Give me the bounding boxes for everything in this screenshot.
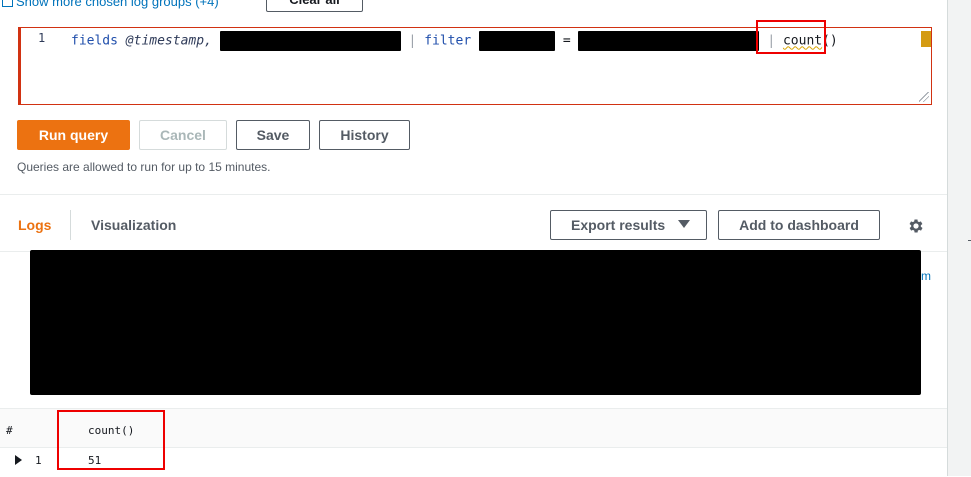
gear-icon[interactable] [907, 217, 925, 235]
tab-logs[interactable]: Logs [18, 217, 51, 233]
redacted-filter-field [479, 31, 555, 51]
cancel-button[interactable]: Cancel [139, 120, 227, 150]
pipe-operator: | [408, 33, 417, 49]
resize-handle-icon[interactable] [919, 92, 929, 102]
redacted-field [219, 31, 401, 51]
tab-visualization[interactable]: Visualization [91, 217, 176, 233]
caret-down-icon [678, 220, 690, 228]
query-time-note: Queries are allowed to run for up to 15 … [17, 160, 271, 174]
redacted-content [30, 250, 921, 395]
query-text[interactable]: fields @timestamp, | filter = | count() [71, 31, 838, 51]
line-number: 1 [38, 31, 46, 45]
row-index: 1 [35, 454, 42, 467]
fields-keyword: fields [71, 33, 118, 49]
expand-row-icon[interactable] [15, 455, 22, 465]
show-more-log-groups-link[interactable]: Show more chosen log groups (+4) [2, 0, 219, 9]
clear-all-button[interactable]: Clear all [266, 0, 363, 12]
add-to-dashboard-button[interactable]: Add to dashboard [718, 210, 880, 240]
equals-operator: = [562, 33, 571, 49]
right-side-panel [947, 0, 971, 476]
tab-divider [70, 210, 71, 240]
partial-link[interactable]: m [921, 269, 931, 283]
run-query-button[interactable]: Run query [17, 120, 130, 150]
count-column-annotation-box [57, 410, 165, 470]
checkbox-icon [2, 0, 13, 7]
export-results-label: Export results [571, 217, 666, 233]
top-toolbar: Show more chosen log groups (+4) Clear a… [0, 0, 960, 14]
save-button[interactable]: Save [236, 120, 310, 150]
column-header-index: # [6, 424, 13, 437]
scrollbar-marker[interactable] [921, 31, 931, 47]
export-results-button[interactable]: Export results [550, 210, 707, 240]
count-annotation-box [756, 20, 826, 54]
timestamp-field: @timestamp, [125, 33, 212, 49]
filter-keyword: filter [424, 33, 472, 49]
redacted-filter-value [578, 31, 760, 51]
history-button[interactable]: History [319, 120, 410, 150]
show-more-label: Show more chosen log groups (+4) [16, 0, 219, 9]
results-panel: Logs Visualization Export results Add to… [0, 194, 947, 477]
